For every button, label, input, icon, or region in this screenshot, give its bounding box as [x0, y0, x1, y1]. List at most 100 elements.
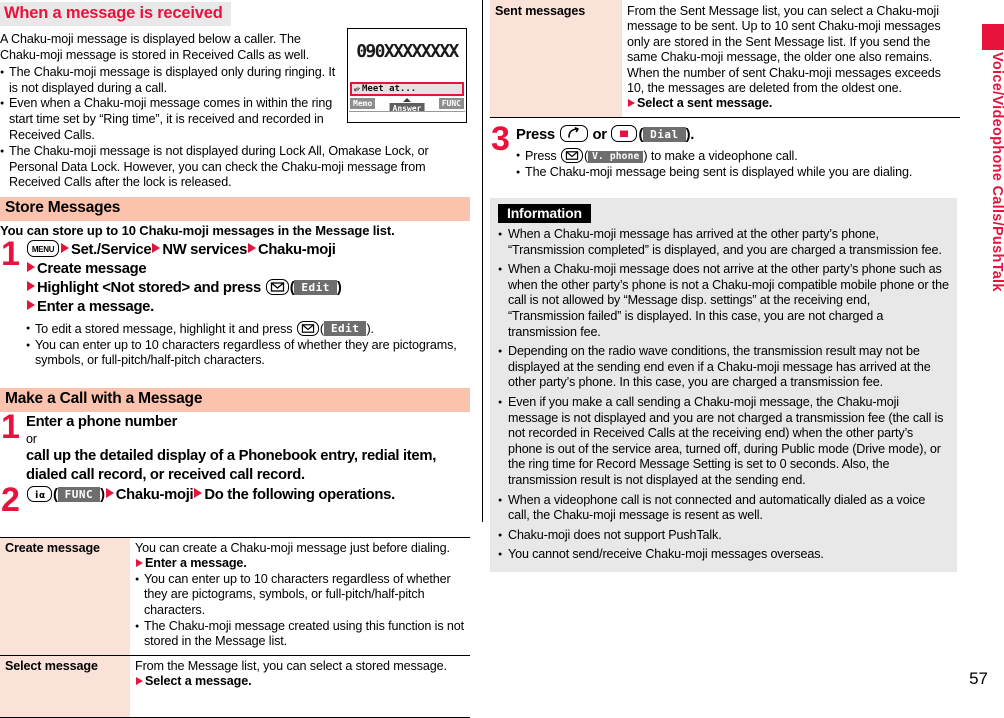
cell-intro: From the Message list, you can select a …: [135, 658, 447, 673]
mail-key-icon[interactable]: [265, 279, 289, 296]
softkey-edit[interactable]: Edit: [294, 280, 337, 296]
table-cell-value: From the Sent Message list, you can sele…: [622, 0, 960, 118]
list-item: Press (V. phone) to make a videophone ca…: [516, 148, 956, 165]
softkey-edit[interactable]: Edit: [323, 321, 367, 337]
cell-action: Select a sent message.: [627, 96, 955, 111]
softkey-func[interactable]: FUNC: [57, 487, 101, 503]
step-1-make-call: 1 Enter a phone number or call up the de…: [0, 407, 470, 486]
right-column: Sent messages From the Sent Message list…: [490, 0, 960, 697]
do-following-operations-label: Do the following operations.: [204, 487, 395, 504]
call-key-icon[interactable]: [559, 125, 588, 142]
information-box: Information When a Chaku-moji message ha…: [490, 198, 957, 572]
menu-path-chaku-moji: Chaku-moji: [258, 242, 336, 259]
softkey-dial[interactable]: Dial: [643, 127, 686, 142]
list-item: When a videophone call is not connected …: [498, 493, 949, 524]
cell-bullets: You can enter up to 10 characters regard…: [135, 572, 465, 650]
menu-path-create-message: Create message: [37, 261, 147, 278]
store-messages-bullets: To edit a stored message, highlight it a…: [26, 321, 470, 369]
svg-text:i: i: [35, 490, 38, 501]
step-3-press: 3 Press or (Dial). Press (V. phone) to m…: [490, 120, 960, 180]
arrow-marker-icon: [27, 300, 35, 311]
options-table-right: Sent messages From the Sent Message list…: [490, 0, 960, 118]
menu-path-nw-services: NW services: [162, 242, 248, 259]
step-3-bullets: Press (V. phone) to make a videophone ca…: [516, 148, 956, 180]
cell-action-label: Select a message.: [145, 674, 252, 689]
list-item: When a Chaku-moji message has arrived at…: [498, 227, 949, 258]
section-tab-label: Voice/Videophone Calls/PushTalk: [989, 52, 1004, 292]
arrow-marker-icon: [248, 243, 257, 254]
paren-close: ): [336, 280, 342, 297]
step-number: 1: [1, 235, 20, 274]
list-item: You cannot send/receive Chaku-moji messa…: [498, 547, 949, 563]
cell-action-label: Select a sent message.: [637, 96, 773, 111]
arrow-marker-icon: [105, 488, 114, 499]
mail-key-icon[interactable]: [296, 321, 319, 337]
information-title: Information: [498, 204, 591, 223]
svg-text:MENU: MENU: [32, 245, 55, 254]
call-up-detail-label: call up the detailed display of a Phoneb…: [26, 448, 437, 484]
arrow-marker-icon: [136, 677, 143, 686]
list-item: Even when a Chaku-moji message comes in …: [0, 96, 344, 143]
arrow-marker-icon: [628, 99, 635, 108]
step-line-3: Highlight <Not stored> and press (Edit): [26, 279, 470, 298]
phone-bottom-bar: [349, 111, 465, 121]
step-number: 2: [1, 481, 20, 520]
information-list: When a Chaku-moji message has arrived at…: [498, 227, 949, 563]
table-row: Create message You can create a Chaku-mo…: [0, 537, 470, 656]
table-cell-value: You can create a Chaku-moji message just…: [130, 537, 470, 656]
enter-message-label: Enter a message.: [37, 299, 154, 316]
cell-action: Enter a message.: [135, 556, 465, 571]
table-cell-value: From the Message list, you can select a …: [130, 654, 470, 718]
table-cell-key: Create message: [0, 537, 130, 656]
softkey-func: FUNC: [438, 98, 464, 109]
pencil-icon: ✏: [352, 84, 362, 95]
step-instructions: Enter a phone number or call up the deta…: [26, 413, 470, 486]
menu-key-icon[interactable]: MENU: [27, 240, 59, 258]
press-label: Press: [516, 127, 555, 143]
table-cell-key: Select message: [0, 654, 130, 718]
list-item: The Chaku-moji message being sent is dis…: [516, 165, 956, 181]
list-item: When a Chaku-moji message does not arriv…: [498, 262, 949, 340]
information-content: Information When a Chaku-moji message ha…: [490, 198, 957, 572]
store-messages-intro: You can store up to 10 Chaku-moji messag…: [0, 222, 395, 238]
bullet-list-2: The Chaku-moji message is not displayed …: [0, 144, 470, 191]
table-row: Sent messages From the Sent Message list…: [490, 0, 960, 118]
step-line-4: Enter a message.: [26, 298, 470, 317]
left-column: When a message is received A Chaku-moji …: [0, 0, 478, 718]
press-label: Press: [525, 149, 557, 163]
edit-note-text: To edit a stored message, highlight it a…: [35, 322, 293, 337]
cell-action: Select a message.: [135, 674, 465, 689]
enter-key-icon[interactable]: [611, 125, 638, 142]
step-instructions: MENU Set./Service NW services Chaku-moji Cr…: [26, 240, 470, 317]
arrow-marker-icon: [194, 488, 203, 499]
imode-key-icon[interactable]: iα: [27, 486, 52, 503]
step-line-1: MENU Set./Service NW services Chaku-moji: [26, 240, 470, 260]
softkey-v-phone[interactable]: V. phone: [588, 151, 644, 163]
enter-phone-number-label: Enter a phone number: [26, 413, 178, 430]
table: Sent messages From the Sent Message list…: [490, 0, 960, 118]
or-label: or: [592, 127, 607, 143]
phone-number-display: 090XXXXXXXX: [356, 41, 459, 62]
table-row: Select message From the Message list, yo…: [0, 654, 470, 718]
step-line-1: Press or (Dial).: [516, 125, 960, 145]
step-number: 3: [491, 120, 510, 158]
menu-path-highlight-not-stored: Highlight <Not stored> and press: [37, 280, 261, 297]
section-store-messages: Store Messages You can store up to 10 Ch…: [0, 197, 470, 369]
step-number: 1: [1, 407, 20, 446]
phone-screenshot: 090XXXXXXXX ✏ Meet at... Memo FUNC Answe…: [347, 28, 467, 123]
table-cell-key: Sent messages: [490, 0, 622, 118]
chaku-moji-label: Chaku-moji: [115, 487, 194, 504]
list-item: The Chaku-moji message is not displayed …: [0, 144, 470, 191]
list-item: To edit a stored message, highlight it a…: [26, 321, 470, 338]
list-item: Depending on the radio wave conditions, …: [498, 344, 949, 391]
table: Create message You can create a Chaku-mo…: [0, 537, 470, 718]
bullet-list-1: The Chaku-moji message is displayed only…: [0, 65, 344, 143]
mail-key-icon[interactable]: [560, 148, 583, 163]
step-3-section: 3 Press or (Dial). Press (V. phone) to m…: [490, 122, 960, 180]
step-1-store: 1 MENU Set./Service NW services Chaku-moji …: [0, 235, 470, 369]
arrow-marker-icon: [136, 559, 143, 568]
or-label: or: [26, 431, 37, 446]
chaku-moji-message-row: ✏ Meet at...: [350, 82, 464, 96]
list-item: You can enter up to 10 characters regard…: [135, 572, 465, 619]
cell-intro: You can create a Chaku-moji message just…: [135, 541, 450, 555]
